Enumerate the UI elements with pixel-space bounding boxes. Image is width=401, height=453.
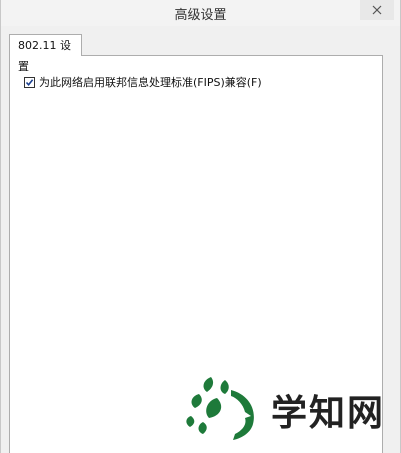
watermark-text: 学知网 xyxy=(271,393,386,434)
tab-802-11-settings[interactable]: 802.11 设置 xyxy=(9,34,82,73)
fips-checkbox[interactable] xyxy=(24,76,35,88)
fips-checkbox-label: 为此网络启用联邦信息处理标准(FIPS)兼容(F) xyxy=(39,76,262,89)
close-icon xyxy=(372,5,382,15)
title-bar[interactable]: 高级设置 xyxy=(1,0,400,26)
watermark: 学知网 xyxy=(181,372,396,447)
checkmark-icon xyxy=(25,78,34,86)
close-button[interactable] xyxy=(360,0,394,20)
fips-checkbox-row[interactable]: 为此网络启用联邦信息处理标准(FIPS)兼容(F) xyxy=(24,74,262,90)
advanced-settings-window: 高级设置 802.11 设置 为此网络启用联邦信息处理标准(FIPS)兼容(F) xyxy=(0,0,401,453)
leaf-logo-icon xyxy=(186,377,254,440)
window-title: 高级设置 xyxy=(174,8,227,23)
